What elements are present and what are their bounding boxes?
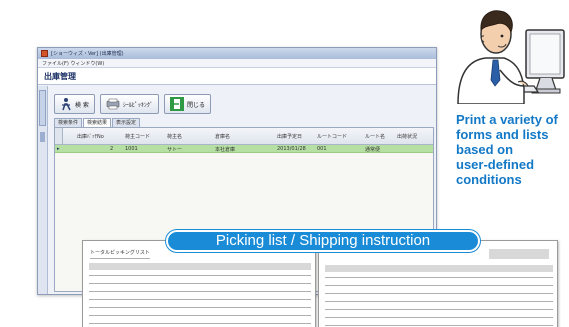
document-rule [325,277,553,278]
table-cell[interactable]: 本社倉庫 [215,146,235,153]
close-button-label: 閉じる [186,101,205,109]
feature-caption: Print a variety of forms and lists based… [456,112,558,187]
picking-icon [106,98,120,110]
document-type-banner: Picking list / Shipping instruction [166,230,480,252]
picking-list-document: トータルピッキングリスト [82,240,316,327]
person-at-computer-illustration [448,0,569,108]
header-row-selector [55,128,63,144]
tab-display-settings[interactable]: 表示設定 [112,118,141,127]
table-cell[interactable]: 1001 [125,146,138,152]
menu-bar[interactable]: ファイル(F) ウィンドウ(W) [38,59,436,68]
document-rule [89,307,311,308]
document-rule [325,301,553,302]
menu-items[interactable]: ファイル(F) ウィンドウ(W) [42,60,104,67]
document-header-band [89,263,311,270]
search-icon [60,97,72,111]
document-rule [89,283,311,284]
picking-button[interactable]: ｼｰﾙﾋﾟｯｷﾝｸﾞ [99,94,159,114]
table-header: 出庫ﾊﾞｯﾁNo 荷主コード 荷主名 倉庫名 出庫予定日 ルートコード ルート名… [55,128,433,145]
close-button[interactable]: 閉じる [163,94,211,114]
document-rule [89,315,311,316]
sidebar-tab[interactable] [39,90,46,126]
sidebar-collapse-handle[interactable] [40,132,45,142]
document-rule [325,317,553,318]
table-cell[interactable]: 通常便 [365,146,380,153]
column-header[interactable]: ルート名 [365,133,385,140]
picking-button-label: ｼｰﾙﾋﾟｯｷﾝｸﾞ [122,101,153,109]
window-title: [ショーウィズ・Ver] (出庫管理) [51,51,124,57]
app-icon [41,50,48,57]
table-cell[interactable]: 2013/01/28 [277,146,306,152]
document-rule [325,285,553,286]
column-header[interactable]: 荷主名 [167,133,182,140]
table-cell[interactable]: サトー [167,146,182,153]
window-titlebar: [ショーウィズ・Ver] (出庫管理) [38,48,436,59]
column-header[interactable]: 出庫ﾊﾞｯﾁNo [77,133,104,140]
table-cell[interactable]: 001 [317,146,327,152]
column-header[interactable]: ルートコード [317,133,347,140]
shipping-instruction-document [318,240,558,327]
document-rule [90,258,150,259]
row-selected-marker: ▸ [57,146,60,152]
document-rule [325,293,553,294]
tab-search-conditions[interactable]: 検索条件 [54,118,83,127]
document-rule [89,299,311,300]
result-tabs: 検索条件 検索結果 表示設定 [54,118,141,127]
table-row[interactable]: ▸ 2 1001 サトー 本社倉庫 2013/01/28 001 通常便 [55,145,433,153]
document-rule [325,309,553,310]
document-header-band [325,265,553,272]
column-header[interactable]: 出庫予定日 [277,133,302,140]
page-title: 出庫管理 [44,71,76,81]
document-rule [89,275,311,276]
tab-search-results[interactable]: 検索結果 [83,118,112,127]
left-sidebar [38,86,48,294]
toolbar: 検 索 ｼｰﾙﾋﾟｯｷﾝｸﾞ 閉じる [54,94,211,114]
table-cell[interactable]: 2 [110,146,113,152]
search-button[interactable]: 検 索 [54,94,95,114]
column-header[interactable]: 荷主コード [125,133,150,140]
page-title-bar: 出庫管理 [38,68,436,85]
column-header[interactable]: 倉庫名 [215,133,230,140]
close-icon [169,97,184,111]
document-stamp-box [489,249,549,259]
document-rule [89,291,311,292]
document-rule [325,325,553,326]
column-header[interactable]: 出荷状況 [397,133,417,140]
document-title: トータルピッキングリスト [90,250,150,256]
search-button-label: 検 索 [75,101,89,109]
document-rule [89,323,311,324]
